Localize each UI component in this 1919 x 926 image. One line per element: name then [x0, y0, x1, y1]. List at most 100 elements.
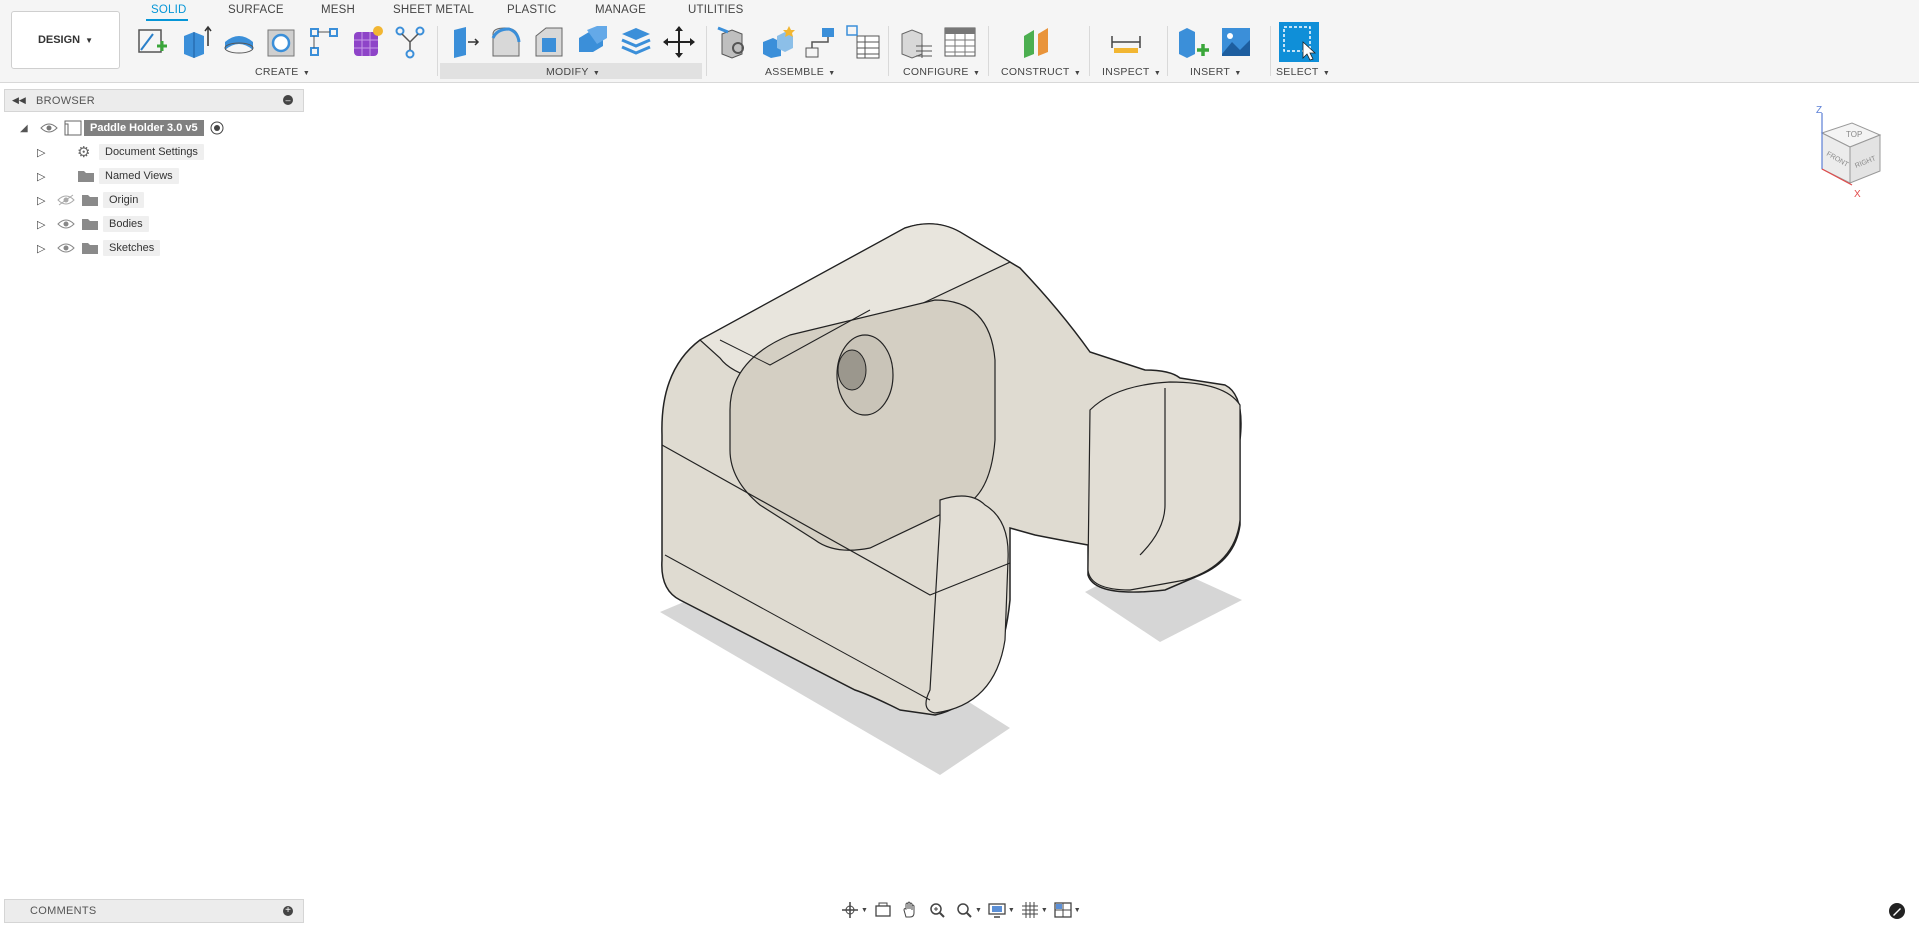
model-render[interactable]	[0, 83, 1919, 926]
as-built-joint-icon[interactable]	[802, 24, 838, 60]
select-label: SELECT	[1276, 66, 1319, 78]
inspect-menu[interactable]: INSPECT ▼	[1102, 66, 1161, 78]
configure-design-icon[interactable]	[898, 24, 934, 60]
chevron-down-icon[interactable]: ▼	[1074, 907, 1081, 914]
insert-canvas-icon[interactable]	[1218, 24, 1254, 60]
construct-menu[interactable]: CONSTRUCT ▼	[1001, 66, 1081, 78]
workspace-label: DESIGN	[37, 34, 81, 46]
combine-icon[interactable]	[618, 24, 654, 60]
expand-triangle-icon[interactable]: ▷	[37, 242, 55, 255]
tab-utilities[interactable]: UTILITIES	[688, 4, 743, 16]
folder-icon	[82, 219, 98, 230]
look-at-button[interactable]	[871, 900, 895, 920]
minimize-icon[interactable]: –	[283, 95, 293, 105]
configuration-table-icon[interactable]	[941, 24, 977, 60]
browser-item-label: Named Views	[99, 168, 179, 184]
browser-item-named-views[interactable]: ▷ Named Views	[20, 165, 179, 187]
view-cube[interactable]: TOP FRONT RIGHT Z X	[1812, 103, 1892, 203]
chevron-down-icon: ▼	[826, 70, 836, 77]
insert-label: INSERT	[1190, 66, 1231, 78]
chevron-down-icon[interactable]: ▼	[1041, 907, 1048, 914]
browser-item-document-settings[interactable]: ▷ ⚙ Document Settings	[20, 141, 204, 163]
collapse-triangle-icon[interactable]: ◢	[20, 123, 40, 134]
active-tab-indicator	[146, 19, 188, 21]
toolbar-separator	[1089, 26, 1090, 76]
comments-title: COMMENTS	[30, 905, 97, 917]
create-sketch-icon[interactable]	[135, 24, 171, 60]
collapse-panel-icon[interactable]: ◀◀	[12, 95, 28, 106]
create-menu[interactable]: CREATE ▼	[255, 66, 310, 78]
fillet-icon[interactable]	[489, 24, 525, 60]
eye-icon[interactable]	[57, 218, 75, 230]
eye-hidden-icon[interactable]	[57, 194, 75, 206]
offset-plane-icon[interactable]	[1018, 24, 1054, 60]
expand-triangle-icon[interactable]: ▷	[37, 218, 55, 231]
hand-icon	[903, 901, 915, 918]
chevron-down-icon[interactable]: ▼	[1008, 907, 1015, 914]
create-form-icon[interactable]	[349, 24, 385, 60]
browser-header[interactable]: ◀◀ BROWSER –	[4, 89, 304, 112]
chevron-down-icon: ▼	[1151, 70, 1162, 77]
tab-solid[interactable]: SOLID	[151, 4, 187, 16]
grid-button[interactable]	[1018, 900, 1042, 920]
bill-of-materials-icon[interactable]	[845, 24, 881, 60]
eye-icon[interactable]	[40, 122, 58, 134]
pan-button[interactable]	[898, 900, 922, 920]
move-copy-icon[interactable]	[661, 24, 697, 60]
add-comment-icon[interactable]: +	[283, 906, 293, 916]
toolbar-separator	[1167, 26, 1168, 76]
display-settings-icon	[988, 903, 1006, 918]
zoom-button[interactable]	[925, 900, 949, 920]
rectangular-pattern-icon[interactable]	[306, 24, 342, 60]
chevron-down-icon: ▼	[1320, 70, 1331, 77]
comments-panel[interactable]: COMMENTS +	[4, 899, 304, 923]
revolve-icon[interactable]	[221, 24, 257, 60]
zoom-icon	[930, 903, 945, 918]
select-icon[interactable]	[1279, 22, 1319, 62]
browser-item-origin[interactable]: ▷ Origin	[20, 189, 145, 211]
chevron-down-icon[interactable]: ▼	[861, 907, 868, 914]
tab-mesh[interactable]: MESH	[321, 4, 355, 16]
orbit-button[interactable]	[838, 900, 862, 920]
canvas-viewport[interactable]: TOP FRONT RIGHT Z X	[0, 83, 1919, 926]
eye-icon[interactable]	[57, 242, 75, 254]
chevron-down-icon[interactable]: ▼	[975, 907, 982, 914]
folder-icon	[82, 195, 98, 206]
viewports-button[interactable]	[1051, 900, 1075, 920]
display-settings-button[interactable]	[985, 900, 1009, 920]
browser-item-sketches[interactable]: ▷ Sketches	[20, 237, 161, 259]
fit-button[interactable]	[952, 900, 976, 920]
tab-sheet-metal[interactable]: SHEET METAL	[393, 4, 474, 16]
chevron-down-icon: ▼	[1071, 70, 1082, 77]
model-hole-inner	[837, 349, 867, 391]
toolbar-separator	[988, 26, 989, 76]
expand-triangle-icon[interactable]: ▷	[37, 194, 55, 207]
view-cube-top-label: TOP	[1846, 130, 1862, 139]
assemble-menu[interactable]: ASSEMBLE ▼	[765, 66, 836, 78]
insert-derive-icon[interactable]	[1175, 24, 1211, 60]
browser-root-row[interactable]: ◢ Paddle Holder 3.0 v5	[20, 117, 225, 139]
derive-icon[interactable]	[392, 24, 428, 60]
joint-icon[interactable]	[759, 24, 795, 60]
insert-menu[interactable]: INSERT ▼	[1190, 66, 1242, 78]
tab-surface[interactable]: SURFACE	[228, 4, 284, 16]
configure-menu[interactable]: CONFIGURE ▼	[903, 66, 980, 78]
chamfer-icon[interactable]	[532, 24, 568, 60]
expand-triangle-icon[interactable]: ▷	[37, 146, 55, 159]
extrude-icon[interactable]	[178, 24, 214, 60]
new-component-icon[interactable]	[716, 24, 752, 60]
browser-item-bodies[interactable]: ▷ Bodies	[20, 213, 149, 235]
press-pull-icon[interactable]	[446, 24, 482, 60]
hole-icon[interactable]	[263, 24, 299, 60]
root-component-label[interactable]: Paddle Holder 3.0 v5	[84, 120, 204, 136]
expand-triangle-icon[interactable]: ▷	[37, 170, 55, 183]
shell-icon[interactable]	[575, 24, 611, 60]
modify-menu[interactable]: MODIFY ▼	[546, 66, 600, 78]
activate-radio-icon[interactable]	[209, 120, 225, 136]
tab-plastic[interactable]: PLASTIC	[507, 4, 556, 16]
workspace-switcher[interactable]: DESIGN ▼	[11, 11, 120, 69]
measure-icon[interactable]	[1108, 24, 1144, 60]
tab-manage[interactable]: MANAGE	[595, 4, 646, 16]
feedback-icon[interactable]	[1889, 903, 1905, 919]
select-menu[interactable]: SELECT ▼	[1276, 66, 1330, 78]
